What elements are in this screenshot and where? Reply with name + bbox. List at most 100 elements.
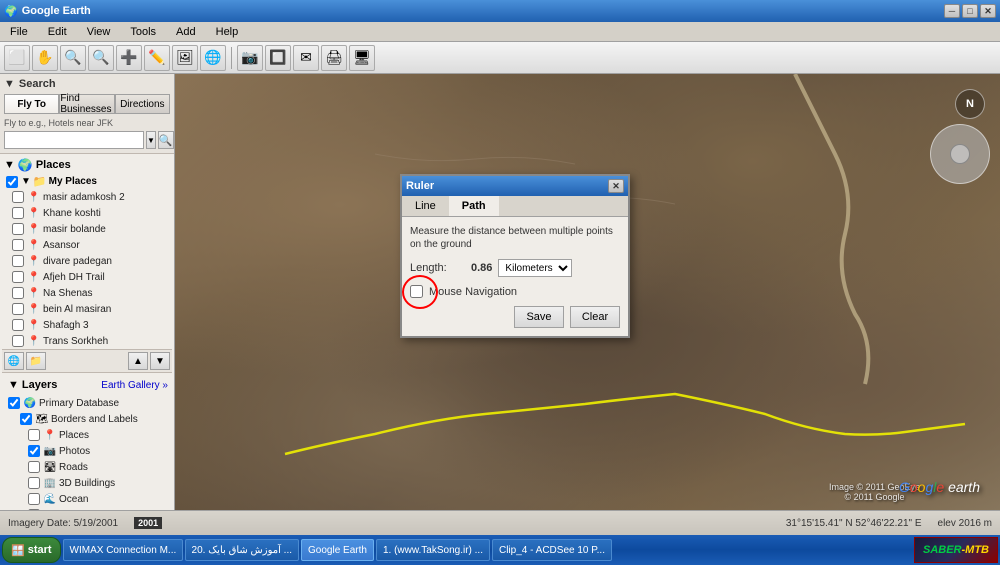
taskbar-item-4[interactable]: Clip_4 - ACDSee 10 P...	[492, 539, 612, 561]
fly-to-search-button[interactable]: 🔍	[158, 131, 174, 149]
earth-gallery-link[interactable]: Earth Gallery »	[101, 380, 168, 391]
my-places-checkbox[interactable]	[6, 176, 18, 188]
mouse-nav-checkbox[interactable]	[410, 285, 423, 298]
dialog-length-label: Length:	[410, 262, 465, 274]
my-places-expand[interactable]: ▼	[21, 176, 31, 187]
toolbar-btn-12[interactable]: 🖨	[321, 45, 347, 71]
fly-to-dropdown[interactable]: ▼	[146, 131, 156, 149]
dialog-unit-select[interactable]: Kilometers Miles Meters Feet	[498, 259, 572, 277]
layer-places[interactable]: 📍 Places	[4, 427, 170, 443]
place-item-8[interactable]: 📍 Shafagh 3	[2, 317, 172, 333]
nav-ring-inner[interactable]	[950, 144, 970, 164]
taskbar-item-1[interactable]: 20. آموزش شاق بایک ...	[185, 539, 299, 561]
layer-checkbox-6[interactable]	[28, 493, 40, 505]
start-button[interactable]: 🪟 start	[2, 537, 61, 563]
place-checkbox-9[interactable]	[12, 335, 24, 347]
place-item-3[interactable]: 📍 Asansor	[2, 237, 172, 253]
layer-borders[interactable]: 🗺 Borders and Labels	[4, 411, 170, 427]
place-label-5: Afjeh DH Trail	[43, 272, 105, 283]
place-item-4[interactable]: 📍 divare padegan	[2, 253, 172, 269]
toolbar-btn-9[interactable]: 📷	[237, 45, 263, 71]
layer-checkbox-4[interactable]	[28, 461, 40, 473]
places-header[interactable]: ▼ 🌍 Places	[2, 156, 172, 174]
toolbar-btn-10[interactable]: 🔲	[265, 45, 291, 71]
menu-tools[interactable]: Tools	[124, 24, 162, 40]
taskbar-item-0[interactable]: WIMAX Connection M...	[63, 539, 183, 561]
panel-bottom-buttons: 🌐 📁 ▲ ▼	[2, 349, 172, 372]
place-item-9[interactable]: 📍 Trans Sorkheh	[2, 333, 172, 349]
my-places-header[interactable]: ▼ 📁 My Places	[2, 174, 172, 189]
search-header[interactable]: ▼ Search	[4, 78, 170, 90]
place-item-5[interactable]: 📍 Afjeh DH Trail	[2, 269, 172, 285]
close-button[interactable]: ✕	[980, 4, 996, 18]
fly-to-input[interactable]	[4, 131, 144, 149]
place-item-1[interactable]: 📍 Khane koshti	[2, 205, 172, 221]
dialog-tab-path[interactable]: Path	[449, 196, 499, 216]
taskbar-item-2[interactable]: Google Earth	[301, 539, 374, 561]
menu-edit[interactable]: Edit	[42, 24, 73, 40]
place-checkbox-5[interactable]	[12, 271, 24, 283]
place-checkbox-8[interactable]	[12, 319, 24, 331]
toolbar-btn-5[interactable]: ➕	[116, 45, 142, 71]
toolbar-btn-13[interactable]: 🖥	[349, 45, 375, 71]
layer-ocean[interactable]: 🌊 Ocean	[4, 491, 170, 507]
tab-find-businesses[interactable]: Find Businesses	[59, 94, 114, 114]
toolbar-btn-2[interactable]: ✋	[32, 45, 58, 71]
menu-file[interactable]: File	[4, 24, 34, 40]
map-area[interactable]: N Image © 2011 GeoEye © 2011 Google Goog…	[175, 74, 1000, 510]
toolbar-btn-11[interactable]: ✉	[293, 45, 319, 71]
layer-checkbox-3[interactable]	[28, 445, 40, 457]
dialog-clear-button[interactable]: Clear	[570, 306, 620, 328]
nav-ring[interactable]	[930, 124, 990, 184]
layer-roads[interactable]: 🛣 Roads	[4, 459, 170, 475]
layer-checkbox-1[interactable]	[20, 413, 32, 425]
layer-checkbox-2[interactable]	[28, 429, 40, 441]
layer-weather[interactable]: ☁ Weather	[4, 507, 170, 510]
place-checkbox-1[interactable]	[12, 207, 24, 219]
toolbar-btn-6[interactable]: ✏️	[144, 45, 170, 71]
toolbar-sep-1	[231, 47, 232, 69]
layer-3d-buildings[interactable]: 🏢 3D Buildings	[4, 475, 170, 491]
place-checkbox-6[interactable]	[12, 287, 24, 299]
dialog-close-button[interactable]: ✕	[608, 179, 624, 193]
place-item-2[interactable]: 📍 masir bolande	[2, 221, 172, 237]
place-label-8: Shafagh 3	[43, 320, 89, 331]
layer-checkbox-7[interactable]	[28, 509, 40, 510]
maximize-button[interactable]: □	[962, 4, 978, 18]
tab-directions[interactable]: Directions	[115, 94, 170, 114]
tab-fly-to[interactable]: Fly To	[4, 94, 59, 114]
place-checkbox-2[interactable]	[12, 223, 24, 235]
panel-add-button[interactable]: 🌐	[4, 352, 24, 370]
layer-checkbox-5[interactable]	[28, 477, 40, 489]
toolbar-btn-3[interactable]: 🔍	[60, 45, 86, 71]
dialog-save-button[interactable]: Save	[514, 306, 564, 328]
taskbar-item-3[interactable]: 1. (www.TakSong.ir) ...	[376, 539, 490, 561]
toolbar-btn-8[interactable]: 🌐	[200, 45, 226, 71]
place-checkbox-3[interactable]	[12, 239, 24, 251]
panel-up-button[interactable]: ▲	[128, 352, 148, 370]
minimize-button[interactable]: ─	[944, 4, 960, 18]
place-label-7: bein Al masiran	[43, 304, 111, 315]
layer-checkbox-0[interactable]	[8, 397, 20, 409]
menu-add[interactable]: Add	[170, 24, 202, 40]
place-checkbox-7[interactable]	[12, 303, 24, 315]
layer-primary-db[interactable]: 🌍 Primary Database	[4, 395, 170, 411]
place-checkbox-4[interactable]	[12, 255, 24, 267]
dialog-tab-line[interactable]: Line	[402, 196, 449, 216]
toolbar-btn-1[interactable]: ⬜	[4, 45, 30, 71]
place-item-7[interactable]: 📍 bein Al masiran	[2, 301, 172, 317]
layer-photos[interactable]: 📷 Photos	[4, 443, 170, 459]
my-places-label: My Places	[49, 176, 97, 187]
search-section: ▼ Search Fly To Find Businesses Directio…	[0, 74, 174, 154]
menu-view[interactable]: View	[81, 24, 117, 40]
menu-help[interactable]: Help	[210, 24, 245, 40]
place-checkbox-0[interactable]	[12, 191, 24, 203]
place-item-0[interactable]: 📍 masir adamkosh 2	[2, 189, 172, 205]
layers-title[interactable]: ▼ Layers	[6, 377, 59, 393]
layer-icon-6: 🌊	[43, 492, 57, 506]
panel-down-button[interactable]: ▼	[150, 352, 170, 370]
place-item-6[interactable]: 📍 Na Shenas	[2, 285, 172, 301]
toolbar-btn-4[interactable]: 🔍	[88, 45, 114, 71]
toolbar-btn-7[interactable]: 🖼	[172, 45, 198, 71]
panel-folder-button[interactable]: 📁	[26, 352, 46, 370]
